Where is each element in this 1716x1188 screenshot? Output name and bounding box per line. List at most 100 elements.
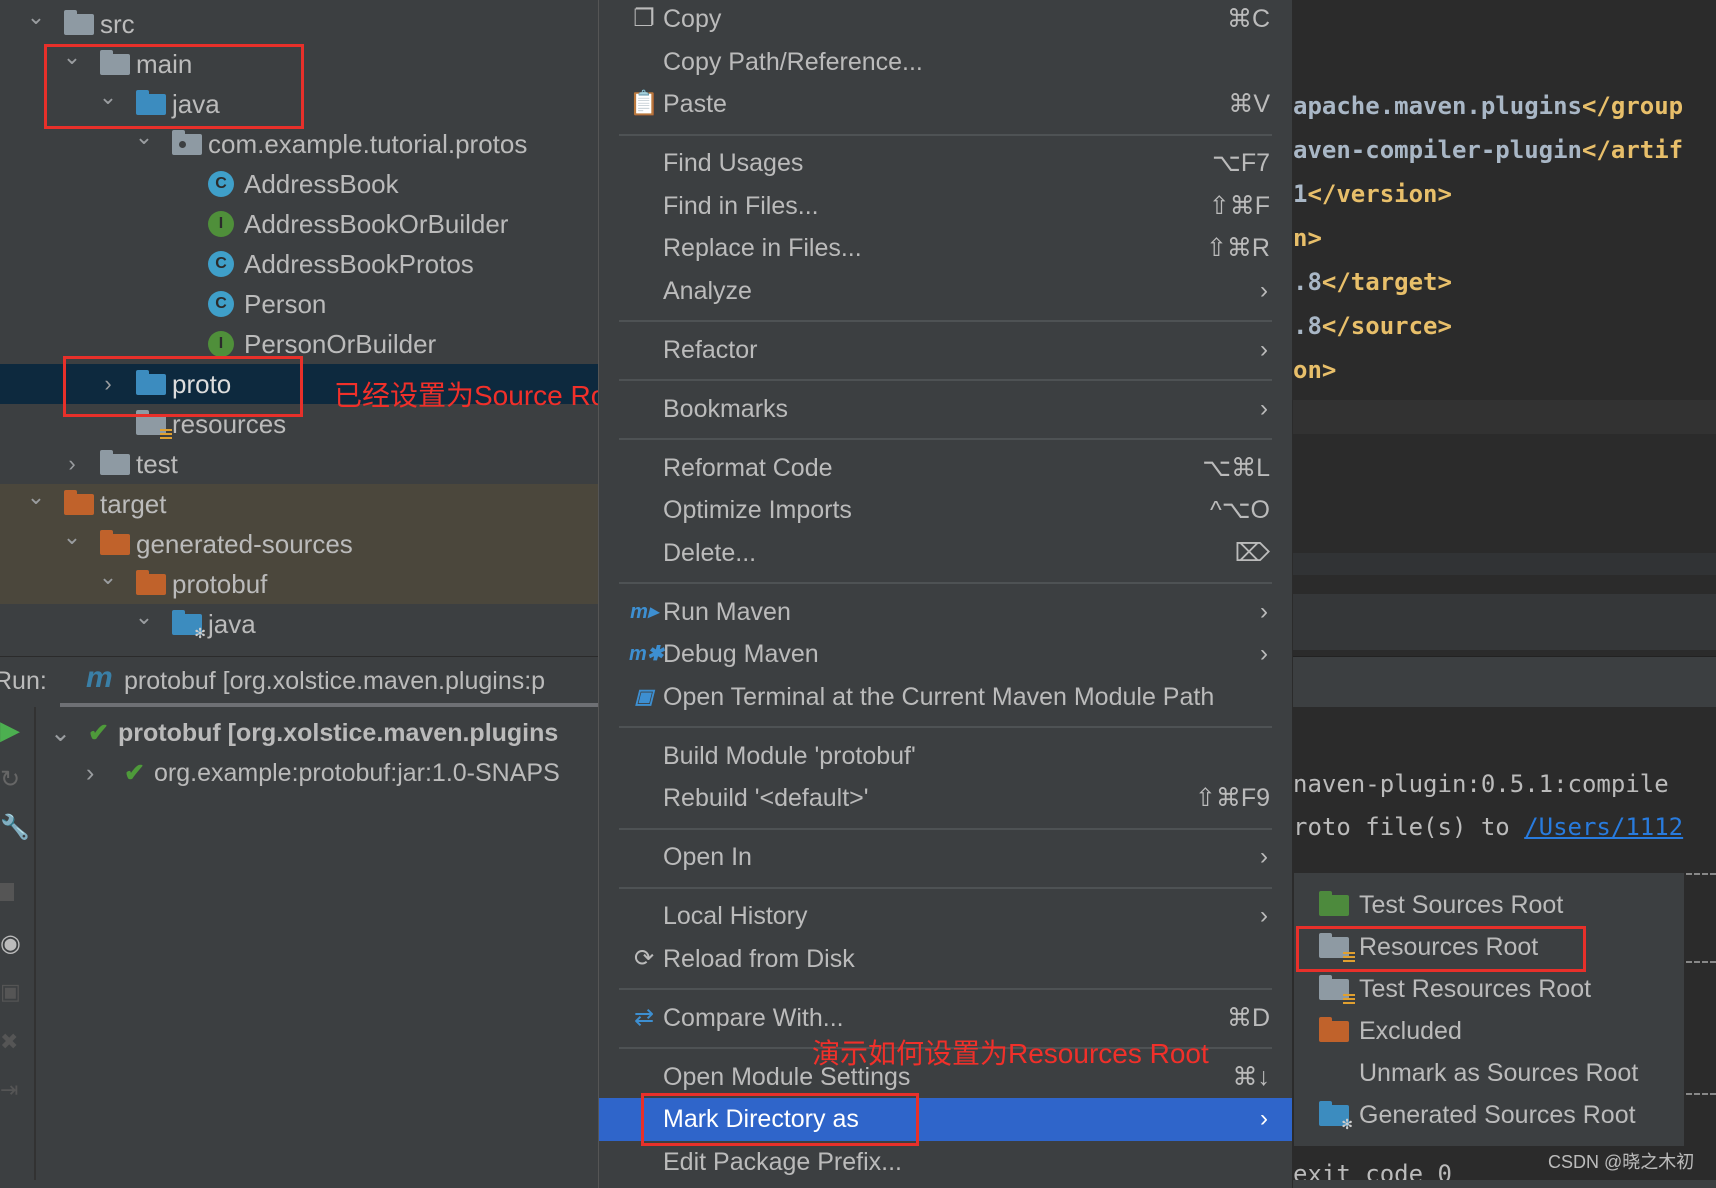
code-tag: </source> bbox=[1321, 312, 1452, 340]
submenu-item-label: Generated Sources Root bbox=[1359, 1101, 1636, 1129]
tree-item[interactable]: ⌄ target bbox=[0, 484, 598, 524]
menu-item-optimize-imports[interactable]: Optimize Imports ^⌥O bbox=[599, 489, 1292, 532]
run-tree-item[interactable]: ⌄ ✔ protobuf [org.xolstice.maven.plugins bbox=[0, 713, 598, 753]
menu-item-reformat-code[interactable]: Reformat Code ⌥⌘L bbox=[599, 447, 1292, 490]
project-tree-panel: ⌄ src ⌄ main ⌄ java ⌄ com.example.tutorial.prot… bbox=[0, 0, 598, 656]
chevron-down-icon[interactable]: ⌄ bbox=[26, 4, 46, 30]
annotation-source-root: 已经设置为Source Root bbox=[334, 380, 630, 411]
camera-icon[interactable]: ▣ bbox=[0, 979, 21, 1005]
editor-band bbox=[1293, 594, 1716, 650]
compare-icon: ⇄ bbox=[633, 1003, 655, 1031]
folder-icon bbox=[136, 90, 166, 115]
tree-item[interactable]: I AddressBookOrBuilder bbox=[0, 204, 598, 244]
tree-item[interactable]: C Person bbox=[0, 284, 598, 324]
menu-item-label: Analyze bbox=[663, 276, 752, 305]
tree-item-label: com.example.tutorial.protos bbox=[208, 129, 528, 159]
stop-icon[interactable] bbox=[0, 883, 14, 901]
menu-item-mark-directory-as[interactable]: Mark Directory as › bbox=[599, 1098, 1292, 1141]
tree-item-label: PersonOrBuilder bbox=[244, 329, 437, 359]
eye-icon[interactable]: ◉ bbox=[0, 929, 21, 958]
menu-item-replace-in-files[interactable]: Replace in Files... ⇧⌘R bbox=[599, 227, 1292, 270]
tree-item[interactable]: › test bbox=[0, 444, 598, 484]
debug-close-icon[interactable]: ✖ bbox=[0, 1029, 18, 1055]
run-tree-label: protobuf [org.xolstice.maven.plugins bbox=[118, 719, 559, 747]
reload-icon: ⟳ bbox=[633, 944, 655, 972]
chevron-down-icon[interactable]: ⌄ bbox=[62, 44, 82, 70]
menu-item-edit-package-prefix[interactable]: Edit Package Prefix... bbox=[599, 1141, 1292, 1184]
menu-item-run-maven[interactable]: m▸ Run Maven › bbox=[599, 591, 1292, 634]
submenu-item-test-resources-root[interactable]: Test Resources Root bbox=[1294, 968, 1684, 1010]
menu-item-shortcut: ⇧⌘R bbox=[1205, 234, 1270, 262]
submenu-item-label: Unmark as Sources Root bbox=[1359, 1059, 1639, 1087]
tree-item[interactable]: I PersonOrBuilder bbox=[0, 324, 598, 364]
class-icon: C bbox=[208, 171, 234, 197]
chevron-down-icon[interactable]: ⌄ bbox=[98, 84, 118, 110]
menu-item-copy[interactable]: ❐ Copy ⌘C bbox=[599, 0, 1292, 41]
chevron-right-icon: › bbox=[1260, 1105, 1268, 1132]
menu-item-shortcut: ^⌥O bbox=[1210, 496, 1270, 524]
tree-item[interactable]: ⌄ main bbox=[0, 44, 598, 84]
tree-item[interactable]: C AddressBook bbox=[0, 164, 598, 204]
settings-wrench-icon[interactable]: 🔧 bbox=[0, 813, 30, 842]
menu-item-local-history[interactable]: Local History › bbox=[599, 895, 1292, 938]
tree-item[interactable]: ⌄ src bbox=[0, 4, 598, 44]
chevron-right-icon[interactable]: › bbox=[98, 364, 118, 404]
menu-item-analyze[interactable]: Analyze › bbox=[599, 270, 1292, 313]
menu-item-delete[interactable]: Delete... ⌦ bbox=[599, 532, 1292, 575]
tree-item-label: Person bbox=[244, 289, 327, 319]
chevron-right-icon: › bbox=[1260, 335, 1268, 363]
chevron-down-icon[interactable]: ⌄ bbox=[134, 604, 154, 630]
tree-item[interactable]: ⌄ com.example.tutorial.protos bbox=[0, 124, 598, 164]
tree-item[interactable]: ⌄ generated-sources bbox=[0, 524, 598, 564]
menu-item-debug-maven[interactable]: m✱ Debug Maven › bbox=[599, 633, 1292, 676]
submenu-item-generated-sources-root[interactable]: ✻ Generated Sources Root bbox=[1294, 1094, 1684, 1136]
submenu-item-test-sources-root[interactable]: Test Sources Root bbox=[1294, 884, 1684, 926]
menu-item-open-terminal-at-the-current-maven-module-path[interactable]: ▣ Open Terminal at the Current Maven Modu… bbox=[599, 676, 1292, 719]
code-line: .8</source> bbox=[1293, 312, 1452, 340]
menu-item-build-module-protobuf[interactable]: Build Module 'protobuf' bbox=[599, 735, 1292, 778]
menu-item-reload-from-disk[interactable]: ⟳ Reload from Disk bbox=[599, 938, 1292, 981]
chevron-down-icon[interactable]: ⌄ bbox=[134, 124, 154, 150]
annotation-resources-root: 演示如何设置为Resources Root bbox=[812, 1038, 1209, 1069]
menu-item-find-in-files[interactable]: Find in Files... ⇧⌘F bbox=[599, 185, 1292, 228]
class-icon: C bbox=[208, 291, 234, 317]
submenu-item-resources-root[interactable]: Resources Root bbox=[1294, 926, 1684, 968]
menu-item-copy-path-reference[interactable]: Copy Path/Reference... bbox=[599, 41, 1292, 84]
code-tag: </artif bbox=[1581, 136, 1684, 164]
chevron-right-icon: › bbox=[1260, 597, 1268, 625]
menu-item-bookmarks[interactable]: Bookmarks › bbox=[599, 388, 1292, 431]
chevron-down-icon[interactable]: ⌄ bbox=[26, 484, 46, 510]
chevron-right-icon[interactable]: › bbox=[62, 444, 82, 484]
chevron-right-icon[interactable]: › bbox=[86, 753, 94, 793]
console-dash bbox=[1686, 1093, 1716, 1095]
code-line: n> bbox=[1293, 224, 1322, 252]
chevron-down-icon[interactable]: ⌄ bbox=[62, 524, 82, 550]
chevron-down-icon[interactable]: ⌄ bbox=[50, 713, 71, 753]
submenu-item-unmark-as-sources-root[interactable]: Unmark as Sources Root bbox=[1294, 1052, 1684, 1094]
run-tree-item[interactable]: › ✔ org.example:protobuf:jar:1.0-SNAPS bbox=[0, 753, 598, 793]
tree-item[interactable]: C AddressBookProtos bbox=[0, 244, 598, 284]
menu-separator bbox=[599, 718, 1292, 735]
menu-item-paste[interactable]: 📋 Paste ⌘V bbox=[599, 83, 1292, 126]
menu-item-label: Debug Maven bbox=[663, 640, 819, 668]
code-tag: n> bbox=[1293, 224, 1322, 252]
menu-item-open-in[interactable]: Open In › bbox=[599, 836, 1292, 879]
console-path-link[interactable]: /Users/1112 bbox=[1524, 813, 1683, 841]
code-line: on> bbox=[1293, 356, 1336, 384]
menu-item-shortcut: ⌘D bbox=[1226, 1003, 1270, 1032]
menu-item-refactor[interactable]: Refactor › bbox=[599, 329, 1292, 372]
menu-item-shortcut: ⌘V bbox=[1228, 90, 1270, 118]
menu-item-find-usages[interactable]: Find Usages ⌥F7 bbox=[599, 142, 1292, 185]
menu-item-shortcut: ⌥⌘L bbox=[1202, 453, 1270, 482]
chevron-down-icon[interactable]: ⌄ bbox=[98, 564, 118, 590]
submenu-item-excluded[interactable]: Excluded bbox=[1294, 1010, 1684, 1052]
tree-item[interactable]: ⌄ java bbox=[0, 84, 598, 124]
chevron-right-icon: › bbox=[1260, 394, 1268, 422]
import-icon[interactable]: ⇥ bbox=[0, 1077, 18, 1103]
tree-item[interactable]: ⌄ ✻ java bbox=[0, 604, 598, 644]
menu-item-rebuild-default[interactable]: Rebuild '<default>' ⇧⌘F9 bbox=[599, 777, 1292, 820]
tree-item[interactable]: ⌄ protobuf bbox=[0, 564, 598, 604]
tree-item-label: AddressBookOrBuilder bbox=[244, 209, 509, 239]
run-tab[interactable]: m protobuf [org.xolstice.maven.plugins:p bbox=[60, 657, 598, 707]
generated-folder-icon: ✻ bbox=[172, 610, 206, 640]
